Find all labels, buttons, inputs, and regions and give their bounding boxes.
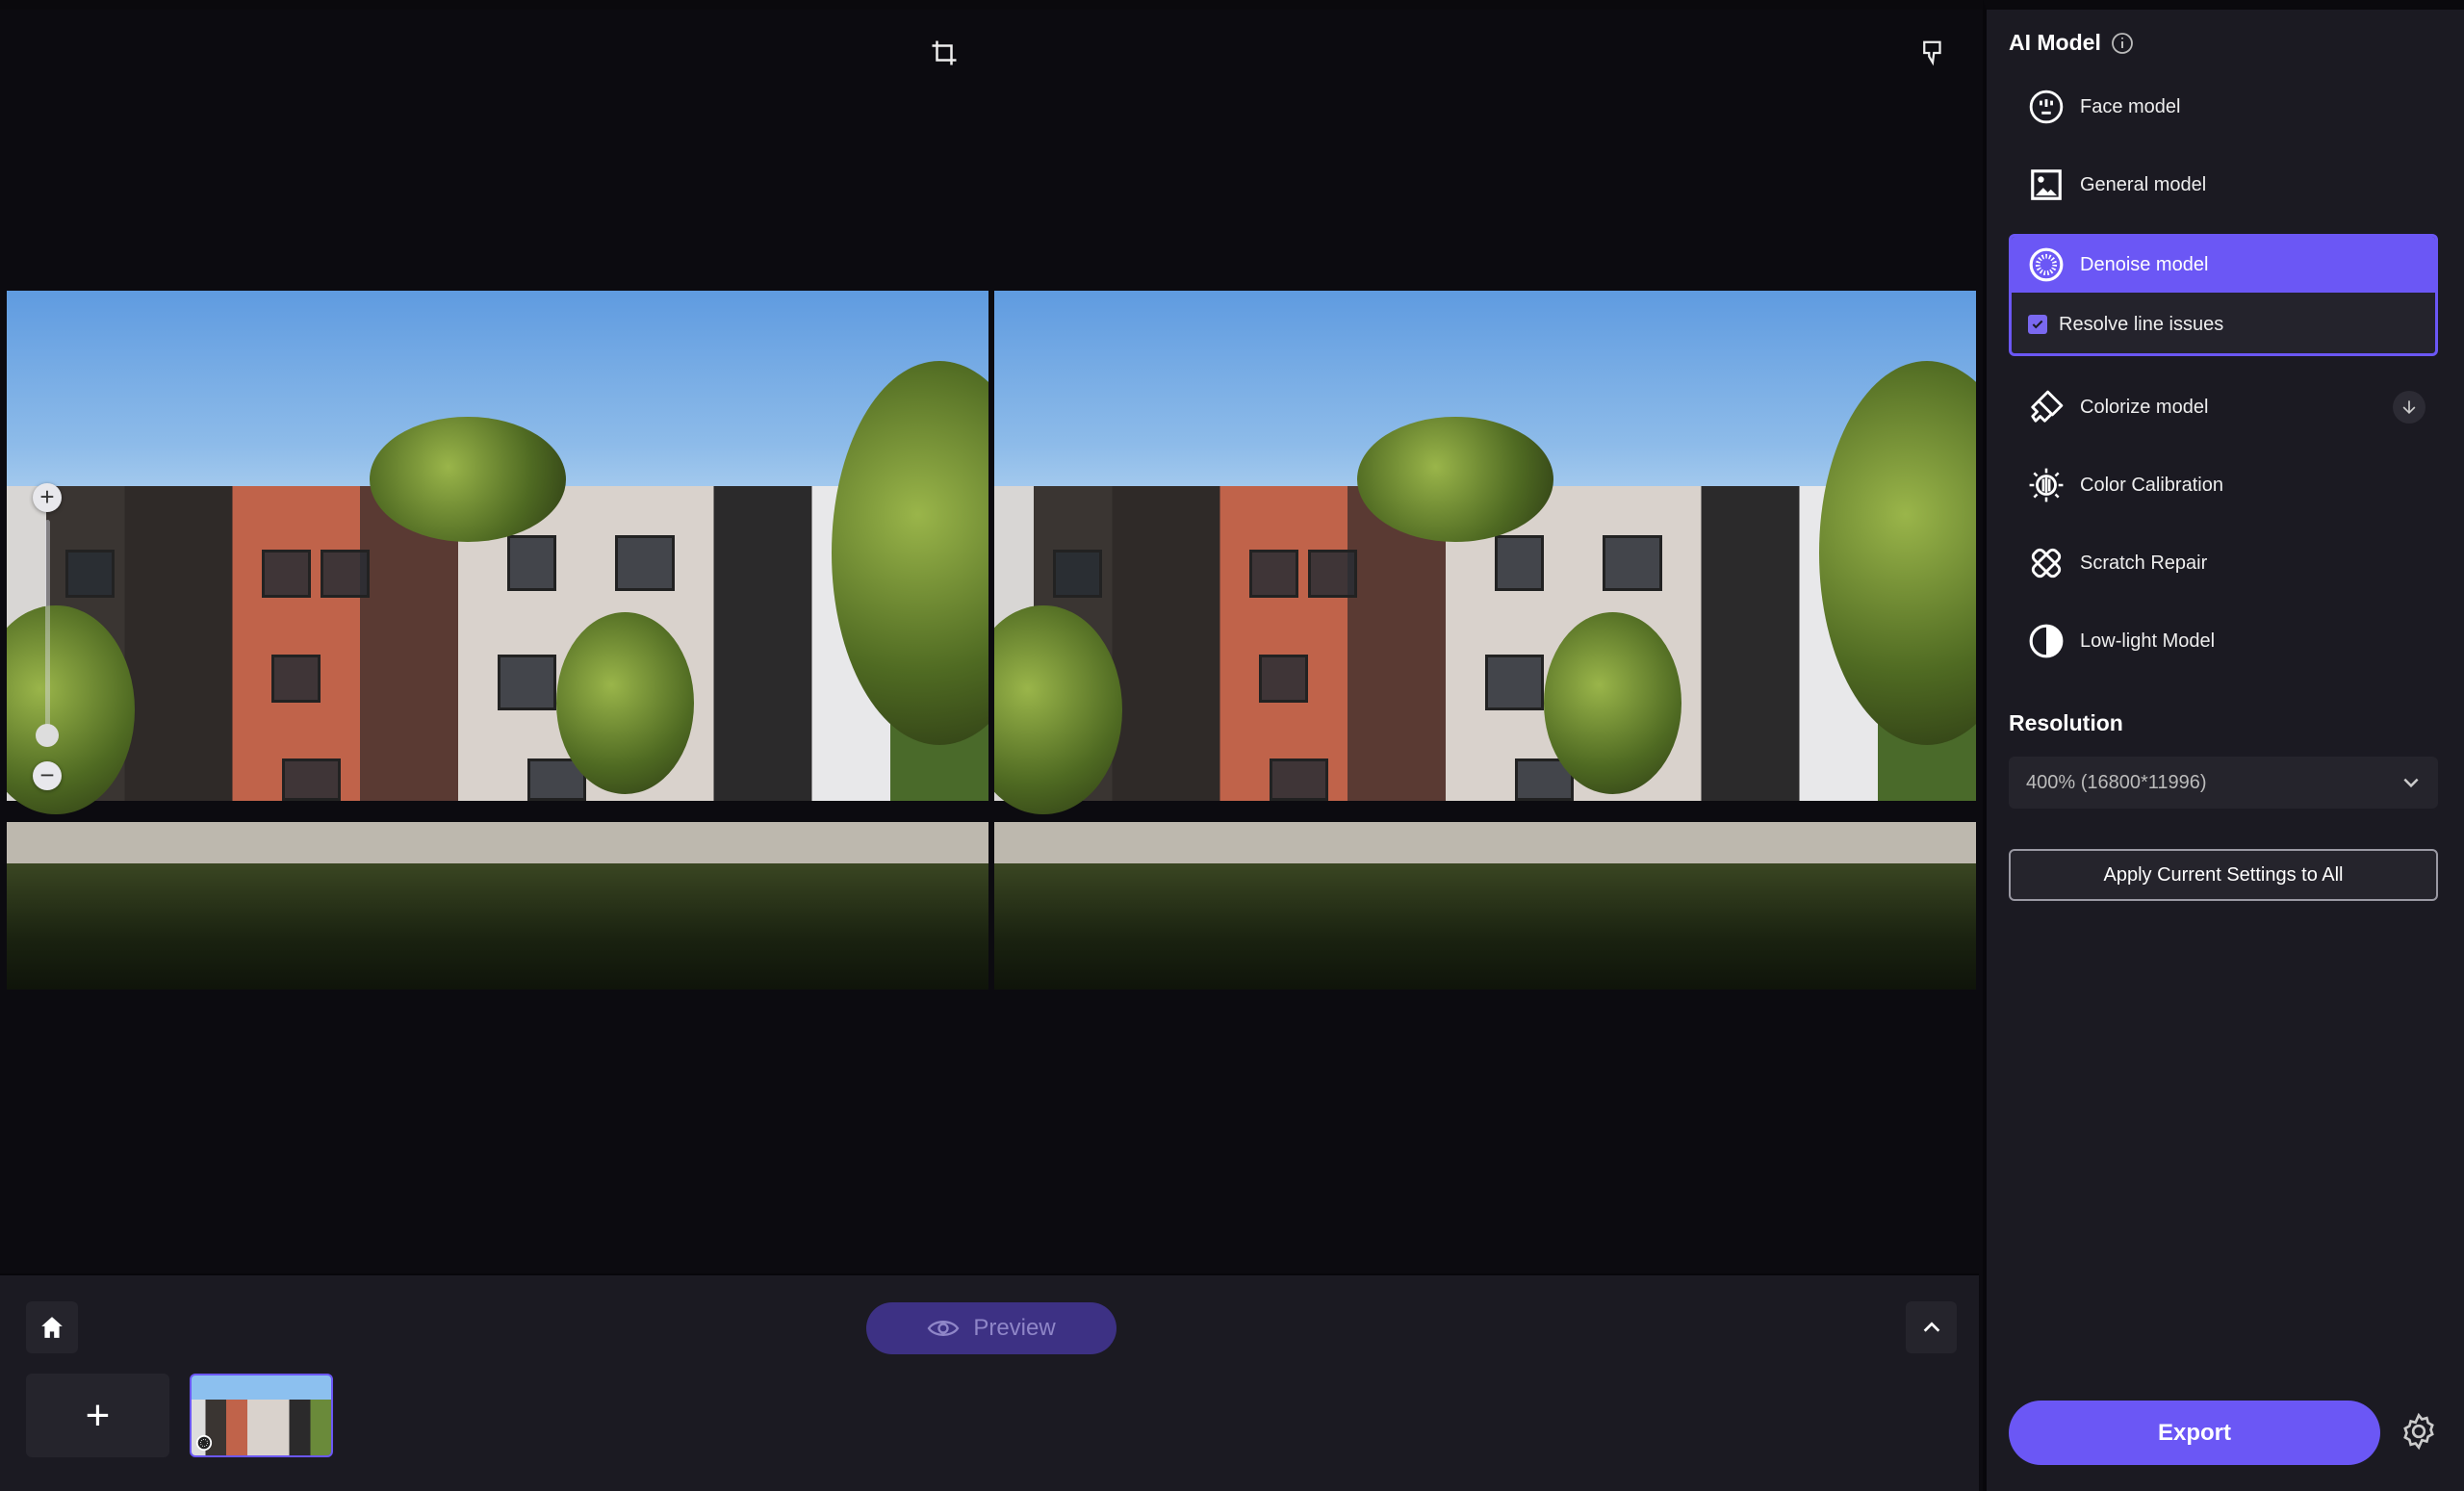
preview-button[interactable]: Preview bbox=[866, 1302, 1116, 1354]
bandage-icon bbox=[2031, 548, 2062, 578]
apply-to-all-button[interactable]: Apply Current Settings to All bbox=[2009, 849, 2438, 901]
resolution-title: Resolution bbox=[2009, 710, 2123, 735]
resolve-line-issues-checkbox[interactable] bbox=[2028, 315, 2047, 334]
model-scratch-repair[interactable]: Scratch Repair bbox=[2009, 534, 2438, 592]
home-icon bbox=[41, 1317, 63, 1338]
ai-model-title: AI Model bbox=[2009, 30, 2101, 55]
model-low-light[interactable]: Low-light Model bbox=[2009, 612, 2438, 670]
eye-icon bbox=[927, 1321, 960, 1336]
model-label: Denoise model bbox=[2080, 253, 2209, 275]
zoom-out-button[interactable]: − bbox=[33, 761, 62, 790]
crop-icon[interactable] bbox=[930, 39, 959, 67]
paint-roller-icon bbox=[2031, 390, 2064, 423]
model-label: Scratch Repair bbox=[2080, 552, 2208, 574]
resolve-line-issues-label: Resolve line issues bbox=[2059, 313, 2224, 335]
image-icon bbox=[2031, 169, 2062, 200]
zoom-in-button[interactable]: + bbox=[33, 483, 62, 512]
model-label: Low-light Model bbox=[2080, 630, 2216, 652]
resolution-value: 400% (16800*11996) bbox=[2026, 771, 2207, 793]
preview-label: Preview bbox=[973, 1315, 1056, 1341]
model-denoise-selected[interactable]: Denoise model Resolve line issues bbox=[2009, 234, 2438, 356]
zoom-slider[interactable] bbox=[45, 520, 50, 741]
check-icon bbox=[2032, 320, 2043, 329]
model-label: Color Calibration bbox=[2080, 474, 2223, 496]
sun-icon bbox=[2029, 468, 2064, 502]
chevron-down-icon bbox=[2403, 778, 2419, 788]
expand-button[interactable] bbox=[1906, 1301, 1957, 1353]
model-general[interactable]: General model bbox=[2009, 156, 2438, 214]
zoom-slider-handle[interactable] bbox=[36, 724, 59, 747]
model-label: Colorize model bbox=[2080, 396, 2209, 418]
denoise-icon bbox=[2029, 247, 2064, 282]
original-image[interactable] bbox=[7, 291, 988, 990]
model-face[interactable]: Face model bbox=[2009, 78, 2438, 136]
info-icon[interactable] bbox=[2111, 32, 2134, 55]
face-icon bbox=[2029, 90, 2064, 124]
model-color-calibration[interactable]: Color Calibration bbox=[2009, 456, 2438, 514]
resolution-dropdown[interactable]: 400% (16800*11996) bbox=[2009, 757, 2438, 809]
model-denoise[interactable]: Denoise model bbox=[2012, 237, 2435, 293]
model-colorize[interactable]: Colorize model bbox=[2009, 378, 2438, 436]
thumbs-down-icon[interactable] bbox=[1918, 39, 1947, 67]
export-button[interactable]: Export bbox=[2009, 1401, 2380, 1465]
settings-panel bbox=[1983, 0, 2464, 1491]
download-arrow-icon bbox=[2402, 400, 2416, 415]
resolve-line-issues-option[interactable]: Resolve line issues bbox=[2012, 293, 2435, 353]
add-image-button[interactable]: + bbox=[26, 1374, 169, 1457]
model-label: Face model bbox=[2080, 95, 2181, 117]
download-colorize-button[interactable] bbox=[2393, 391, 2426, 424]
model-label: General model bbox=[2080, 173, 2207, 195]
half-circle-icon bbox=[2029, 624, 2064, 658]
home-button[interactable] bbox=[26, 1301, 78, 1353]
enhanced-image[interactable] bbox=[994, 291, 1976, 990]
image-thumbnail[interactable] bbox=[190, 1374, 333, 1457]
denoise-badge-icon bbox=[195, 1434, 213, 1452]
chevron-up-icon bbox=[1923, 1322, 1939, 1332]
gear-icon[interactable] bbox=[2400, 1412, 2438, 1451]
